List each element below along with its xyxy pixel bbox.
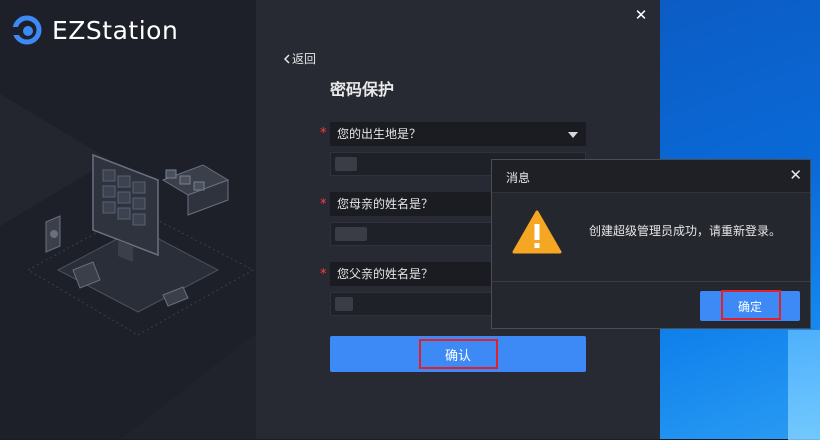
app-logo: EZStation — [12, 14, 178, 46]
page-title: 密码保护 — [330, 80, 395, 99]
masked-answer — [335, 227, 367, 241]
chevron-left-icon — [283, 53, 290, 64]
warning-icon — [512, 210, 562, 254]
surveillance-illustration — [26, 153, 255, 336]
message-dialog: 消息 ✕ 创建超级管理员成功，请重新登录。 确定 — [491, 159, 811, 329]
dropdown-caret-icon — [568, 132, 578, 138]
dialog-title: 消息 — [506, 171, 531, 185]
back-link[interactable]: 返回 — [283, 50, 316, 67]
required-mark: * — [320, 126, 327, 141]
required-mark: * — [320, 267, 327, 282]
required-mark: * — [320, 197, 327, 212]
back-label: 返回 — [292, 52, 317, 66]
window-close-icon[interactable]: ✕ — [632, 6, 650, 24]
dialog-footer: 确定 — [492, 281, 810, 329]
branding-panel: EZStation — [0, 0, 256, 439]
desktop-window-pane — [788, 330, 820, 440]
question-label: 您母亲的姓名是？ — [337, 197, 434, 211]
dialog-close-icon[interactable]: ✕ — [789, 166, 802, 184]
masked-answer — [335, 297, 353, 311]
dialog-header: 消息 ✕ — [492, 160, 810, 193]
app-name: EZStation — [52, 15, 179, 45]
confirm-button[interactable]: 确认 — [330, 336, 586, 372]
masked-answer — [335, 157, 357, 171]
question-label: 您父亲的姓名是？ — [337, 267, 434, 281]
ok-button[interactable]: 确定 — [700, 291, 800, 321]
question-label: 您的出生地是？ — [337, 127, 422, 141]
dialog-message: 创建超级管理员成功，请重新登录。 — [589, 224, 782, 238]
security-question-select-1[interactable]: 您的出生地是？ — [330, 122, 586, 146]
ezstation-logo-icon — [12, 15, 42, 45]
